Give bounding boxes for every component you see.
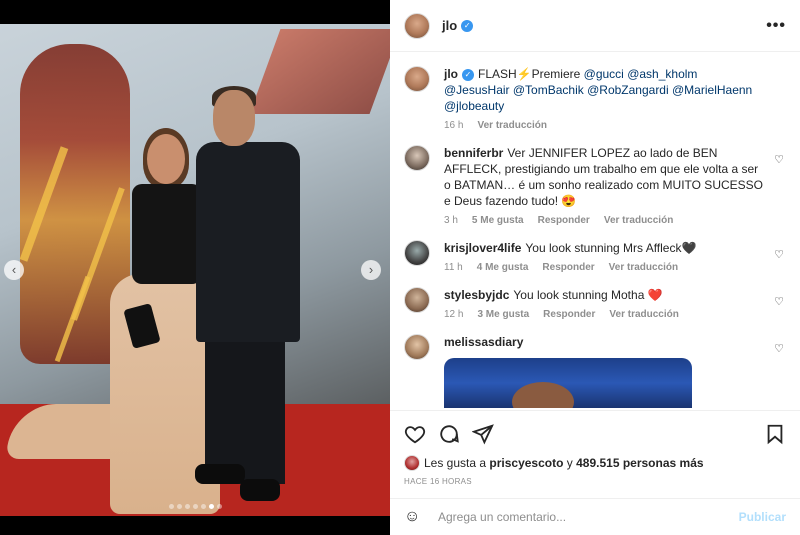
comment-input[interactable] [438,510,739,524]
man-suit-jacket [196,142,300,342]
comment-image[interactable] [444,358,692,408]
more-options-icon[interactable]: ••• [766,17,786,35]
avatar[interactable] [404,66,430,92]
carousel-dots [0,498,390,512]
mention-link[interactable]: @MarielHaenn [672,83,752,97]
see-translation-link[interactable]: Ver traducción [477,120,546,131]
emoji-icon[interactable]: ☺ [404,508,424,526]
man-trousers [205,324,285,484]
post-actions: Les gusta a priscyescoto y 489.515 perso… [390,410,800,486]
carousel-dot[interactable] [192,504,198,509]
man-head [213,90,255,146]
post-comment-button[interactable]: Publicar [739,510,786,524]
verified-icon: ✓ [462,68,474,81]
like-heart-icon[interactable] [404,423,426,445]
comment-username[interactable]: krisjlover4life [444,241,521,255]
comment-time[interactable]: 3 h [444,215,458,226]
like-comment-heart-icon[interactable]: ♡ [774,295,784,308]
comment-username[interactable]: stylesbyjdc [444,288,509,302]
carousel-dot[interactable] [184,504,190,509]
mention-link[interactable]: @gucci [584,67,624,81]
comment-likes[interactable]: 5 Me gusta [472,215,524,226]
comment-bubble-icon[interactable] [438,423,460,445]
post-header: jlo ✓ ••• [390,0,800,52]
comment-item: melissasdiary ♡ [404,334,786,408]
carousel-dot[interactable] [216,504,222,509]
likes-connector: y [566,456,573,470]
verified-icon: ✓ [461,19,474,32]
bookmark-icon[interactable] [764,423,786,445]
comment-username[interactable]: benniferbr [444,146,503,160]
man-shoe [195,464,245,484]
comment-item: stylesbyjdc You look stunning Motha ❤️ 12… [404,287,786,320]
caption-username[interactable]: jlo [444,67,458,81]
mention-link[interactable]: @RobZangardi [587,83,669,97]
comment-time[interactable]: 11 h [444,262,463,273]
carousel-prev-button[interactable]: ‹ [4,260,24,280]
reply-button[interactable]: Responder [542,262,594,273]
see-translation-link[interactable]: Ver traducción [609,262,678,273]
comment-likes[interactable]: 4 Me gusta [477,262,529,273]
avatar[interactable] [404,287,430,313]
likes-count[interactable]: 489.515 personas más [576,456,703,470]
reply-button[interactable]: Responder [543,309,595,320]
share-paper-plane-icon[interactable] [471,423,494,445]
caption-text: FLASH⚡Premiere [478,67,581,81]
post-caption: jlo ✓ FLASH⚡Premiere @gucci @ash_kholm @Je… [404,66,786,131]
like-comment-heart-icon[interactable]: ♡ [774,342,784,355]
comment-text: You look stunning Motha ❤️ [513,288,663,302]
avatar[interactable] [404,12,430,39]
post-author-username[interactable]: jlo [442,18,457,33]
avatar[interactable] [404,334,430,360]
post-details-panel: jlo ✓ ••• jlo ✓ FLASH⚡Premiere @gucci @ash… [390,0,800,535]
see-translation-link[interactable]: Ver traducción [604,215,673,226]
post-timestamp[interactable]: HACE 16 HORAS [404,477,786,486]
comment-username[interactable]: melissasdiary [444,335,523,349]
carousel-dot[interactable] [200,504,206,509]
reply-button[interactable]: Responder [538,215,590,226]
post-photo[interactable] [0,24,390,516]
comment-time[interactable]: 12 h [444,309,463,320]
comment-text: You look stunning Mrs Affleck🖤 [525,241,697,255]
woman-head [147,134,185,184]
comment-item: benniferbr Ver JENNIFER LOPEZ ao lado de … [404,145,786,226]
caption-time[interactable]: 16 h [444,120,463,131]
comment-item: krisjlover4life You look stunning Mrs Aff… [404,240,786,273]
add-comment-bar: ☺ Publicar [390,498,800,535]
see-translation-link[interactable]: Ver traducción [609,309,678,320]
mention-link[interactable]: @ash_kholm [627,67,697,81]
like-comment-heart-icon[interactable]: ♡ [774,248,784,261]
carousel-dot[interactable] [208,504,214,509]
comment-likes[interactable]: 3 Me gusta [477,309,529,320]
avatar[interactable] [404,145,430,171]
mention-link[interactable]: @TomBachik [513,83,584,97]
carousel-dot[interactable] [176,504,182,509]
likes-prefix: Les gusta a [424,456,487,470]
likes-summary: Les gusta a priscyescoto y 489.515 perso… [404,455,786,471]
avatar[interactable] [404,240,430,266]
post-media: ‹ › [0,0,390,535]
mention-link[interactable]: @JesusHair [444,83,510,97]
carousel-next-button[interactable]: › [361,260,381,280]
carousel-dot[interactable] [168,504,174,509]
avatar[interactable] [404,455,420,471]
comments-list[interactable]: jlo ✓ FLASH⚡Premiere @gucci @ash_kholm @Je… [390,52,800,410]
liker-username[interactable]: priscyescoto [489,456,563,470]
dress-bodice [132,184,202,284]
like-comment-heart-icon[interactable]: ♡ [774,153,784,166]
mention-link[interactable]: @jlobeauty [444,99,504,113]
